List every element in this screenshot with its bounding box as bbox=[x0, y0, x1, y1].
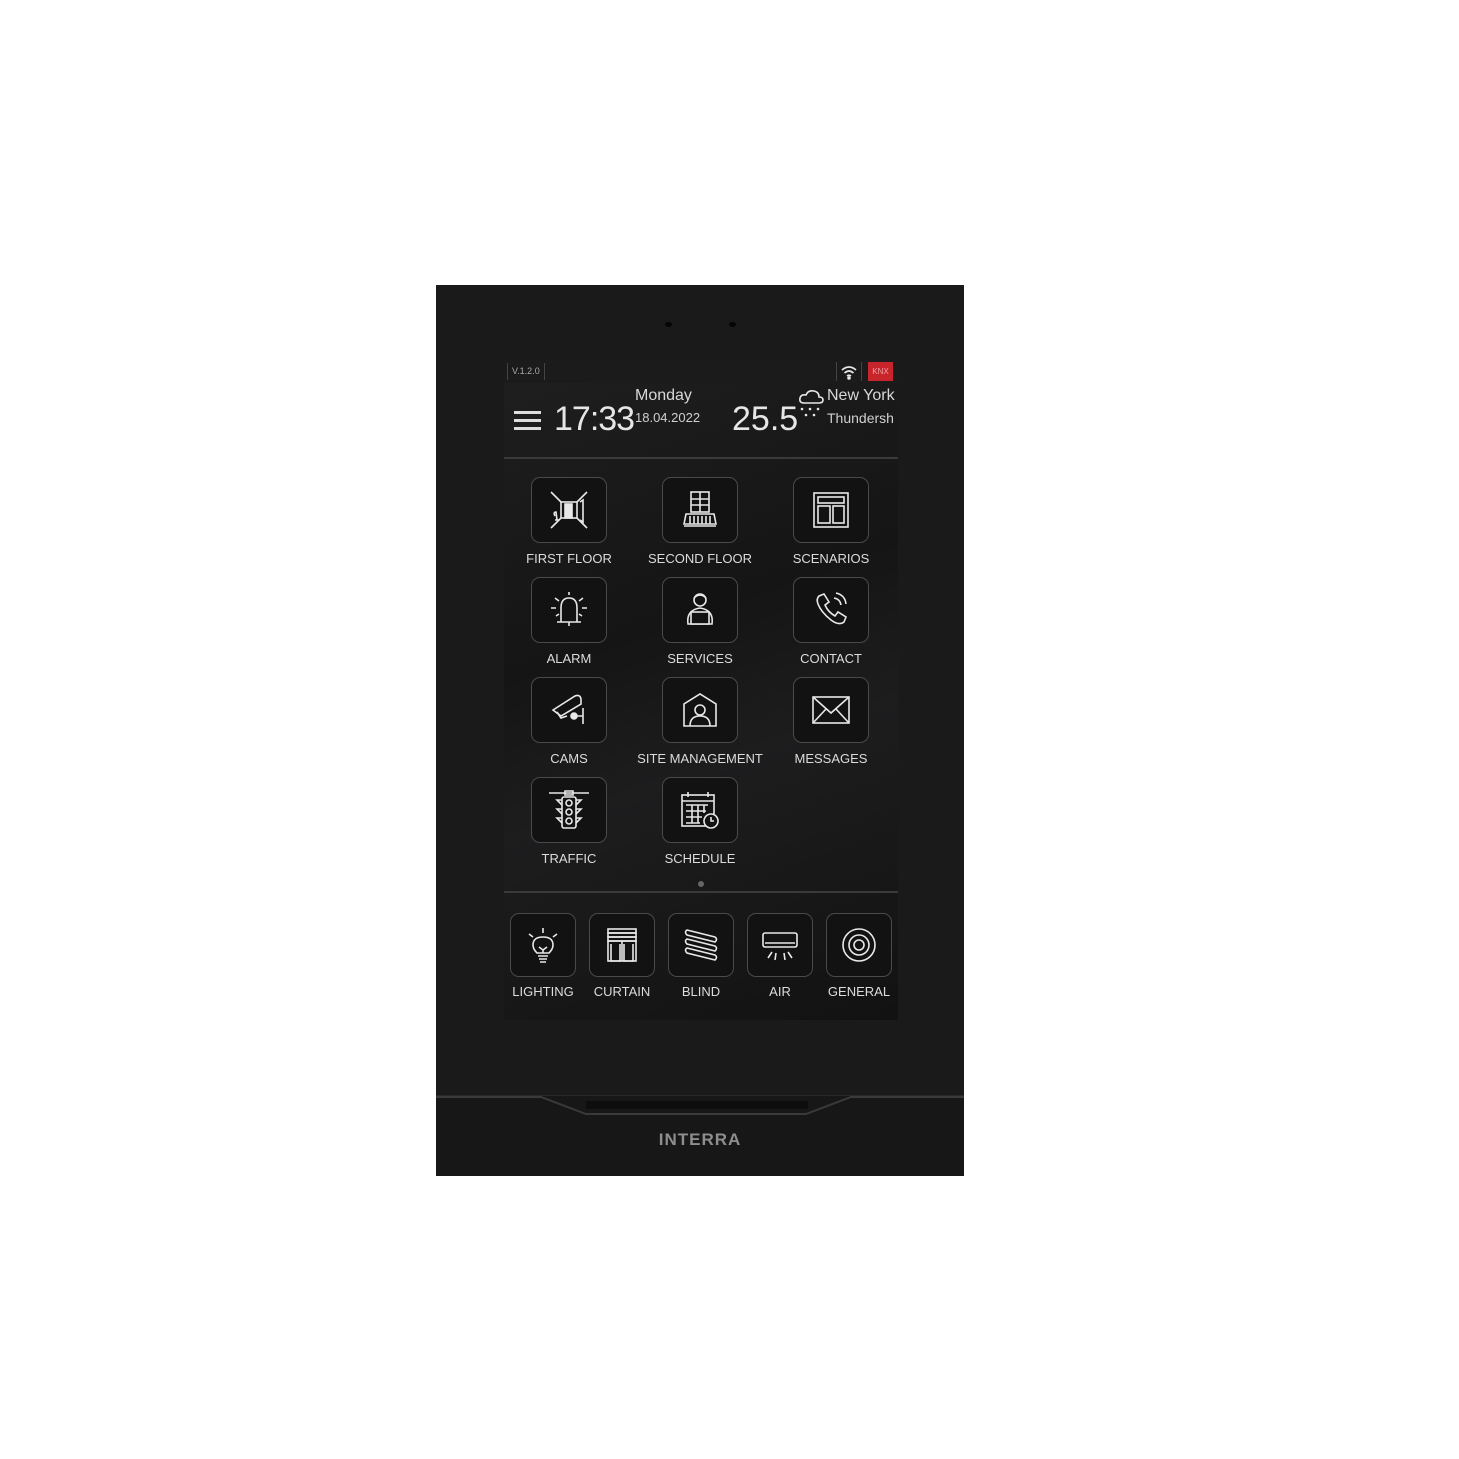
tile-label: ALARM bbox=[546, 651, 592, 666]
security-camera-icon bbox=[531, 677, 607, 743]
room-icon bbox=[531, 477, 607, 543]
traffic-light-icon bbox=[531, 777, 607, 843]
tile-schedule[interactable]: SCHEDULE bbox=[635, 777, 765, 866]
light-bulb-icon bbox=[510, 913, 576, 977]
brand-logo: INTERRA bbox=[658, 1130, 742, 1149]
dock-label: CURTAIN bbox=[593, 984, 651, 999]
header: 17:33 Monday 18.04.2022 25.5 New York Th… bbox=[504, 383, 898, 458]
date: 18.04.2022 bbox=[635, 410, 701, 425]
tile-second-floor[interactable]: SECOND FLOOR bbox=[635, 477, 765, 566]
tile-label: FIRST FLOOR bbox=[526, 551, 612, 566]
bezel-ridge bbox=[436, 1096, 964, 1115]
house-person-icon bbox=[662, 677, 738, 743]
curtain-icon bbox=[589, 913, 655, 977]
target-icon bbox=[826, 913, 892, 977]
blind-icon bbox=[668, 913, 734, 977]
sensor-dot bbox=[729, 322, 736, 327]
tile-site-management[interactable]: SITE MANAGEMENT bbox=[635, 677, 765, 766]
tile-scenarios[interactable]: SCENARIOS bbox=[766, 477, 896, 566]
dock-divider bbox=[504, 891, 898, 893]
layout-icon bbox=[793, 477, 869, 543]
tile-label: CONTACT bbox=[800, 651, 862, 666]
touch-panel-device: V.1.2.0 KNX 17:33 Monday 18.04.2022 25.5… bbox=[436, 285, 964, 1176]
weekday: Monday bbox=[635, 387, 692, 404]
tile-contact[interactable]: CONTACT bbox=[766, 577, 896, 666]
tile-label: TRAFFIC bbox=[541, 851, 597, 866]
screen: V.1.2.0 KNX 17:33 Monday 18.04.2022 25.5… bbox=[504, 360, 898, 1020]
building-balcony-icon bbox=[662, 477, 738, 543]
dock-curtain[interactable]: CURTAIN bbox=[583, 913, 661, 999]
air-conditioner-icon bbox=[747, 913, 813, 977]
dock-blind[interactable]: BLIND bbox=[662, 913, 740, 999]
weather-condition: Thundersh bbox=[827, 410, 894, 426]
calendar-clock-icon bbox=[662, 777, 738, 843]
tile-cams[interactable]: CAMS bbox=[504, 677, 634, 766]
tile-label: SERVICES bbox=[667, 651, 733, 666]
temperature: 25.5 bbox=[732, 400, 799, 438]
weather-city: New York bbox=[827, 387, 895, 404]
cloud-snow-icon bbox=[796, 387, 826, 421]
envelope-icon bbox=[793, 677, 869, 743]
phone-icon bbox=[793, 577, 869, 643]
knx-badge[interactable]: KNX bbox=[868, 362, 893, 381]
sensor-dot bbox=[665, 322, 672, 327]
tile-label: MESSAGES bbox=[794, 751, 868, 766]
tile-label: SCHEDULE bbox=[664, 851, 736, 866]
tile-alarm[interactable]: ALARM bbox=[504, 577, 634, 666]
dock-lighting[interactable]: LIGHTING bbox=[504, 913, 582, 999]
clock-time: 17:33 bbox=[554, 400, 635, 438]
tile-label: CAMS bbox=[550, 751, 588, 766]
tile-traffic[interactable]: TRAFFIC bbox=[504, 777, 634, 866]
dock-label: GENERAL bbox=[827, 984, 891, 999]
person-laptop-icon bbox=[662, 577, 738, 643]
tile-label: SCENARIOS bbox=[792, 551, 870, 566]
tile-services[interactable]: SERVICES bbox=[635, 577, 765, 666]
wifi-icon bbox=[836, 362, 862, 381]
dock-general[interactable]: GENERAL bbox=[820, 913, 898, 999]
hamburger-menu-icon[interactable] bbox=[514, 411, 541, 431]
status-bar: V.1.2.0 KNX bbox=[504, 360, 898, 383]
tile-label: SITE MANAGEMENT bbox=[637, 751, 763, 766]
dock-label: AIR bbox=[769, 984, 791, 999]
dock-label: BLIND bbox=[681, 984, 721, 999]
page-indicator-dot[interactable] bbox=[698, 881, 704, 887]
dock-label: LIGHTING bbox=[512, 984, 574, 999]
alarm-bell-icon bbox=[531, 577, 607, 643]
tile-label: SECOND FLOOR bbox=[647, 551, 752, 566]
version-label: V.1.2.0 bbox=[507, 363, 545, 380]
tile-messages[interactable]: MESSAGES bbox=[766, 677, 896, 766]
header-divider bbox=[504, 457, 898, 459]
tile-first-floor[interactable]: FIRST FLOOR bbox=[504, 477, 634, 566]
dock-air[interactable]: AIR bbox=[741, 913, 819, 999]
